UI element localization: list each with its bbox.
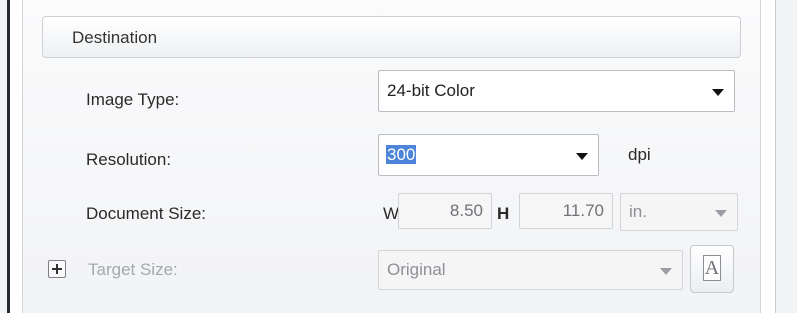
resolution-value: 300 [386,145,417,164]
image-type-dropdown[interactable]: 24-bit Color [378,70,735,112]
adjust-size-button[interactable]: A [690,245,734,293]
chevron-down-icon [712,89,724,96]
image-type-value: 24-bit Color [387,81,475,100]
expand-icon[interactable] [48,260,66,278]
resolution-combobox[interactable]: 300 [378,134,599,176]
resolution-unit: dpi [628,145,651,164]
resolution-label: Resolution: [86,150,172,169]
unit-dropdown[interactable]: in. [620,193,738,231]
width-label: W [383,204,400,223]
target-size-label: Target Size: [88,260,178,279]
unit-value: in. [629,202,647,221]
height-label: H [497,204,510,223]
document-size-label: Document Size: [86,204,206,223]
target-size-dropdown[interactable]: Original [378,250,683,290]
text-size-icon: A [703,255,721,281]
chevron-down-icon [660,268,672,275]
chevron-down-icon [715,210,727,217]
left-border [0,0,10,313]
width-field[interactable]: 8.50 [398,193,492,229]
width-value: 8.50 [449,201,483,220]
height-value: 11.70 [562,201,604,220]
image-type-label: Image Type: [86,90,180,109]
section-title: Destination [72,28,158,47]
chevron-down-icon [576,153,588,160]
target-size-value: Original [387,260,446,279]
height-field[interactable]: 11.70 [519,193,613,229]
scrollbar[interactable] [775,0,797,313]
